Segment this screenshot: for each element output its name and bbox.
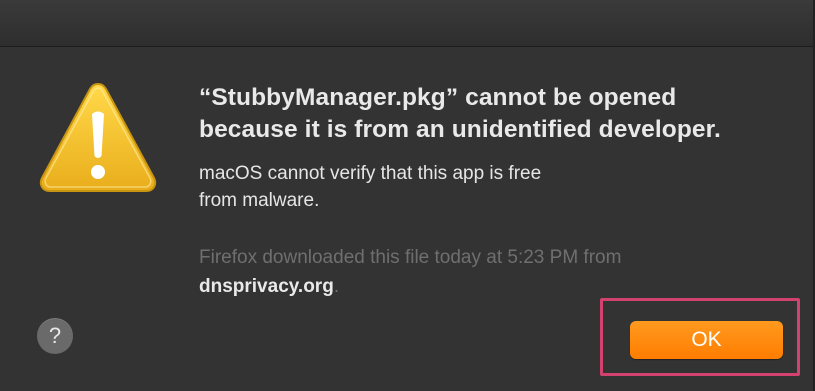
dialog-title-line-2: because it is from an unidentified devel… <box>199 116 721 143</box>
title-bar <box>0 0 815 47</box>
help-button[interactable]: ? <box>37 318 73 354</box>
ok-button[interactable]: OK <box>630 321 783 359</box>
dialog-title: “StubbyManager.pkg” cannot be opened bec… <box>199 82 799 146</box>
download-source-line-2: dnsprivacy.org. <box>199 272 789 301</box>
download-source-info: Firefox downloaded this file today at 5:… <box>199 243 789 301</box>
dialog-message: macOS cannot verify that this app is fre… <box>199 160 669 214</box>
warning-triangle-icon <box>39 82 157 192</box>
source-domain: dnsprivacy.org <box>199 276 334 297</box>
download-source-line-1: Firefox downloaded this file today at 5:… <box>199 247 622 268</box>
dialog-message-line-2: from malware. <box>199 190 320 211</box>
dialog-title-line-1: “StubbyManager.pkg” cannot be opened <box>199 84 677 111</box>
dialog-message-line-1: macOS cannot verify that this app is fre… <box>199 163 542 184</box>
source-suffix: . <box>333 276 340 297</box>
alert-dialog: “StubbyManager.pkg” cannot be opened bec… <box>0 0 815 391</box>
